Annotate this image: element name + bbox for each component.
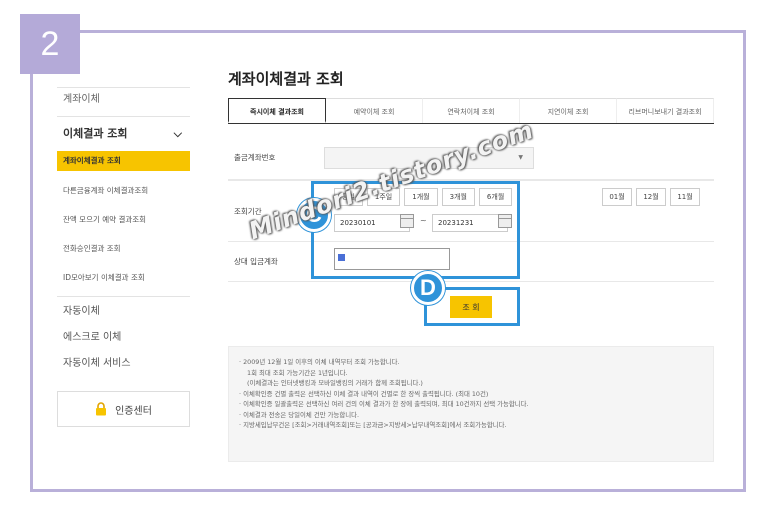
- notice-line: · 이체확인증 건별 출력은 선택하신 이체 결과 내역이 건별로 한 장씩 출…: [239, 389, 489, 398]
- notice-line: (이체결과는 인터넷뱅킹과 모바일뱅킹의 거래가 함께 조회됩니다.): [247, 379, 423, 387]
- sidebar-subitem-transfer-result[interactable]: 계좌이체결과 조회: [57, 151, 190, 171]
- marker-d-badge: D: [411, 271, 445, 305]
- notice-box: · 2009년 12월 1일 이후의 이체 내역부터 조회 가능합니다. 1회 …: [228, 346, 714, 462]
- notice-line: · 이체확인증 일괄출력은 선택하신 여러 건의 이체 결과가 한 장에 출력되…: [239, 400, 529, 408]
- cert-center-button[interactable]: 인증센터: [57, 391, 190, 427]
- query-button[interactable]: 조 회: [450, 296, 492, 318]
- tab-instant-transfer[interactable]: 즉시이체 결과조회: [228, 98, 326, 123]
- month-button-group: 01월 12월 11월: [602, 188, 700, 206]
- status-label: 상대 입금계좌: [234, 257, 278, 266]
- tab-bar: 즉시이체 결과조회 예약이체 조회 연락처이체 조회 지연이체 조회 리브머니보…: [228, 98, 714, 124]
- sidebar-subitem-id-collect[interactable]: ID모아보기 이체결과 조회: [57, 263, 190, 292]
- cert-center-label: 인증센터: [115, 405, 152, 417]
- sidebar-item-account-transfer[interactable]: 계좌이체: [57, 88, 190, 112]
- tab-contact-transfer[interactable]: 연락처이체 조회: [423, 98, 520, 123]
- page-title: 계좌이체결과 조회: [228, 70, 344, 88]
- end-date-input[interactable]: 20231231: [432, 214, 508, 232]
- sidebar-subitem-balance-collect[interactable]: 잔액 모으기 예약 결과조회: [57, 205, 190, 234]
- status-row: 상대 입금계좌: [228, 242, 714, 282]
- period-6month-button[interactable]: 6개월: [478, 188, 513, 206]
- sidebar-subitem-other-bank[interactable]: 다른금융계좌 이체결과조회: [57, 176, 190, 205]
- tab-scheduled-transfer[interactable]: 예약이체 조회: [326, 98, 423, 123]
- notice-line: 1회 최대 조회 가능기간은 1년입니다.: [247, 368, 348, 377]
- chevron-down-icon: ⌵: [173, 127, 182, 140]
- sidebar-link-auto-transfer[interactable]: 자동이체: [57, 299, 190, 325]
- sidebar-section-label: 이체결과 조회: [63, 127, 128, 140]
- sidebar-subitem-phone-approval[interactable]: 전화승인결과 조회: [57, 234, 190, 263]
- period-3month-button[interactable]: 3개월: [441, 188, 475, 206]
- notice-line: · 이체결과 전송은 당일이체 건만 가능합니다.: [239, 410, 360, 419]
- month-11-button[interactable]: 11월: [670, 188, 700, 206]
- period-1month-button[interactable]: 1개월: [404, 188, 438, 206]
- sidebar-link-auto-transfer-service[interactable]: 자동이체 서비스: [57, 351, 190, 377]
- sidebar-divider: [57, 116, 190, 117]
- notice-line: · 지방세입납부건은 [조회>거래내역조회]또는 [공과금>지방세>납부내역조회…: [239, 421, 507, 429]
- status-checkbox[interactable]: [338, 254, 345, 261]
- notice-line: · 2009년 12월 1일 이후의 이체 내역부터 조회 가능합니다.: [239, 358, 400, 366]
- sidebar: 계좌이체 이체결과 조회 ⌵ 계좌이체결과 조회 다른금융계좌 이체결과조회 잔…: [57, 88, 190, 427]
- month-01-button[interactable]: 01월: [602, 188, 632, 206]
- start-date-input[interactable]: 20230101: [334, 214, 410, 232]
- tab-delayed-transfer[interactable]: 지연이체 조회: [520, 98, 617, 123]
- lock-icon: [96, 402, 107, 416]
- date-range-separator: ~: [420, 216, 427, 225]
- dropdown-arrow-icon: ▼: [518, 154, 523, 161]
- step-badge: 2: [20, 14, 80, 74]
- calendar-icon[interactable]: [400, 214, 414, 228]
- calendar-icon[interactable]: [498, 214, 512, 228]
- tab-liiv-money[interactable]: 리브머니보내기 결과조회: [617, 98, 714, 123]
- sidebar-divider: [57, 296, 190, 297]
- status-input[interactable]: [334, 248, 450, 270]
- account-label: 출금계좌번호: [234, 153, 276, 162]
- month-12-button[interactable]: 12월: [636, 188, 666, 206]
- sidebar-section-transfer-results[interactable]: 이체결과 조회 ⌵: [57, 119, 190, 149]
- sidebar-link-escrow[interactable]: 에스크로 이체: [57, 325, 190, 351]
